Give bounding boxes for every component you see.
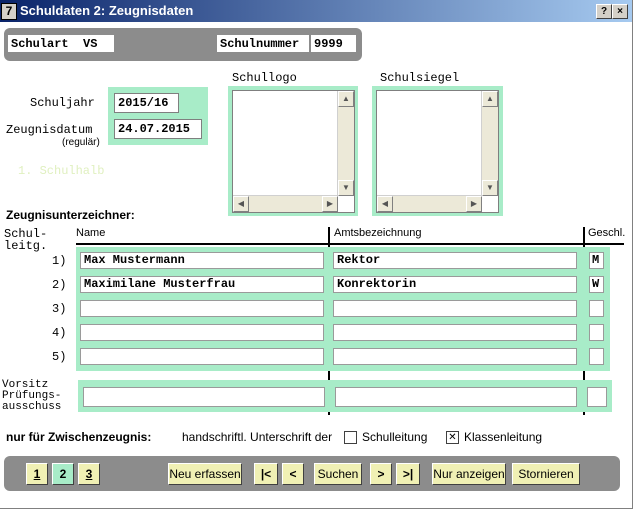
last-record-button[interactable]: >| [396,463,420,485]
vorsitz-label: Vorsitz Prüfungs- ausschuss [2,379,62,413]
col-header-geschl: Geschl. [588,227,626,239]
app-icon[interactable]: 7 [1,3,17,20]
schuljahr-input[interactable]: 2015/16 [114,93,179,113]
scroll-down-icon[interactable]: ▼ [338,180,354,196]
schulsiegel-label: Schulsiegel [380,71,460,85]
page-1-button[interactable]: 1 [26,463,48,485]
schulnummer-value[interactable]: 9999 [311,35,356,52]
signer-name-input[interactable]: Max Mustermann [80,252,324,269]
schullogo-vscroll[interactable]: ▲ ▼ [337,91,354,196]
scroll-down-icon[interactable]: ▼ [482,180,498,196]
header-divider [76,243,624,245]
schulsiegel-hscroll[interactable]: ◀ ▶ [377,195,482,212]
row-number: 5) [52,350,67,364]
help-button[interactable]: ? [596,4,612,19]
schulart-value[interactable]: VS [80,35,114,52]
zwischenzeugnis-title: nur für Zwischenzeugnis: [6,430,152,444]
scroll-up-icon[interactable]: ▲ [338,91,354,107]
signer-geschl-input[interactable] [589,348,604,365]
zeugnisdatum-sublabel: (regulär) [62,137,100,148]
first-record-button[interactable]: |< [254,463,278,485]
scroll-up-icon[interactable]: ▲ [482,91,498,107]
next-record-button[interactable]: > [370,463,392,485]
scroll-left-icon[interactable]: ◀ [233,196,249,212]
zeugnisdatum-input[interactable]: 24.07.2015 [114,119,202,139]
signer-amt-input[interactable]: Konrektorin [333,276,577,293]
signer-name-input[interactable] [80,324,324,341]
signer-geschl-input[interactable]: W [589,276,604,293]
schulnummer-label: Schulnummer [217,35,309,52]
vorsitz-geschl-input[interactable] [587,387,607,407]
klassenleitung-label: Klassenleitung [464,430,543,444]
close-button[interactable]: × [612,4,628,19]
suchen-button[interactable]: Suchen [314,463,362,485]
signer-geschl-input[interactable] [589,300,604,317]
zeugnisdatum-label: Zeugnisdatum [6,123,93,137]
window-title: Schuldaten 2: Zeugnisdaten [20,3,194,18]
signer-amt-input[interactable] [333,348,577,365]
vorsitz-name-input[interactable] [83,387,325,407]
signer-amt-input[interactable] [333,300,577,317]
signer-amt-input[interactable] [333,324,577,341]
schulleitung-label: Schulleitung [362,430,428,444]
scroll-right-icon[interactable]: ▶ [322,196,338,212]
klassenleitung-checkbox[interactable]: ✕ [446,431,459,444]
stornieren-button[interactable]: Stornieren [512,463,580,485]
signer-geschl-input[interactable] [589,324,604,341]
col-header-name: Name [76,227,106,239]
schullogo-hscroll[interactable]: ◀ ▶ [233,195,338,212]
section-title-unterzeichner: Zeugnisunterzeichner: [6,208,135,222]
row-number: 1) [52,254,67,268]
row-number: 2) [52,278,67,292]
main-window: 7 Schuldaten 2: Zeugnisdaten ? × Schular… [0,0,633,509]
col-header-amt: Amtsbezeichnung [334,227,422,239]
signer-name-input[interactable] [80,348,324,365]
neu-erfassen-button[interactable]: Neu erfassen [168,463,242,485]
vorsitz-amt-input[interactable] [335,387,577,407]
schulleitung-checkbox[interactable] [344,431,357,444]
schulsiegel-vscroll[interactable]: ▲ ▼ [481,91,498,196]
scroll-left-icon[interactable]: ◀ [377,196,393,212]
page-2-button[interactable]: 2 [52,463,74,485]
faded-halbjahr-text: 1. Schulhalb [18,164,105,178]
signer-amt-input[interactable]: Rektor [333,252,577,269]
signer-name-input[interactable]: Maximilane Musterfrau [80,276,324,293]
row-number: 4) [52,326,67,340]
schuljahr-label: Schuljahr [30,96,95,110]
signer-geschl-input[interactable]: M [589,252,604,269]
schulart-label: Schulart [11,37,69,51]
prev-record-button[interactable]: < [282,463,304,485]
row-number: 3) [52,302,67,316]
title-bar[interactable]: 7 Schuldaten 2: Zeugnisdaten ? × [0,0,632,22]
schullogo-image[interactable]: ▲ ▼ ◀ ▶ [232,90,355,213]
schulsiegel-image[interactable]: ▲ ▼ ◀ ▶ [376,90,499,213]
zwischenzeugnis-hint: handschriftl. Unterschrift der [182,430,333,444]
schullogo-label: Schullogo [232,71,297,85]
nur-anzeigen-button[interactable]: Nur anzeigen [432,463,506,485]
page-3-button[interactable]: 3 [78,463,100,485]
schulleitung-side-label: Schul- leitg. [4,227,48,253]
signer-name-input[interactable] [80,300,324,317]
scroll-right-icon[interactable]: ▶ [466,196,482,212]
